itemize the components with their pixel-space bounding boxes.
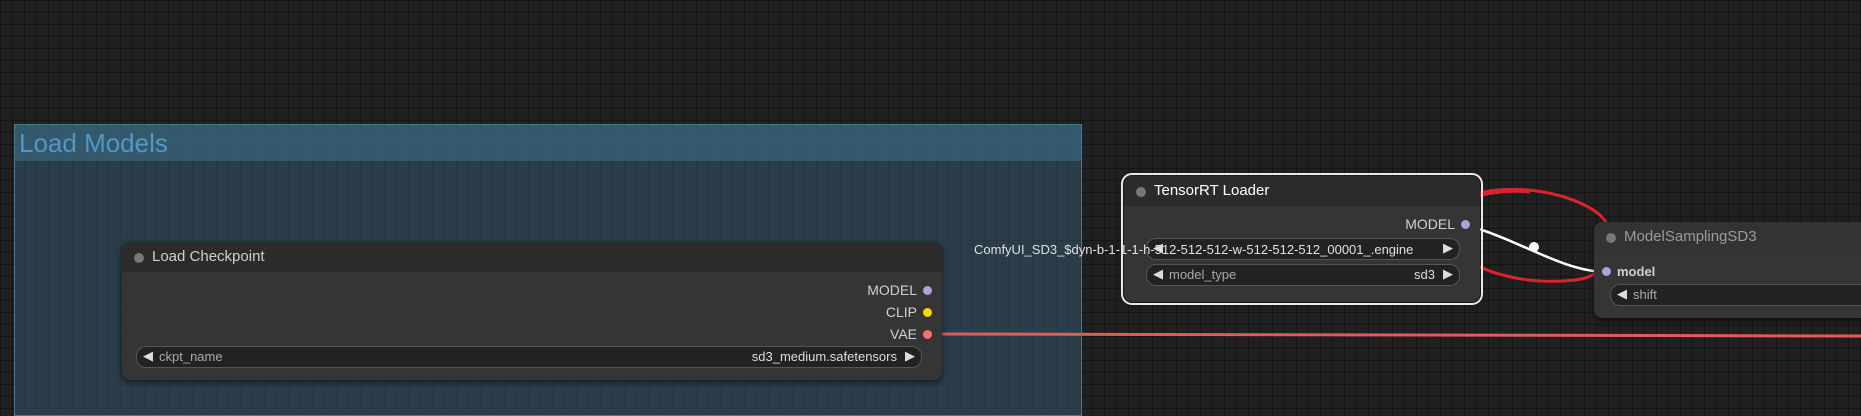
link-midpoint [1529,242,1539,252]
output-slot-vae[interactable]: VAE [890,326,932,342]
right-arrow-icon[interactable]: ▶ [905,348,915,364]
widget-label: ckpt_name [159,349,223,364]
model-link [1465,223,1605,274]
left-arrow-icon[interactable]: ◀ [1153,266,1163,282]
node-title: TensorRT Loader [1154,182,1270,199]
model-type-widget[interactable]: ◀ model_type sd3 ▶ [1146,264,1460,286]
tensorrt-loader-node[interactable]: TensorRT Loader MODEL ◀ ▶ ◀ model_type s… [1121,173,1483,305]
vae-slot-icon[interactable] [923,329,932,339]
widget-label: model_type [1169,267,1237,282]
left-arrow-icon[interactable]: ◀ [1617,286,1627,302]
clip-slot-icon[interactable] [923,307,932,317]
widget-label: shift [1633,287,1657,302]
left-arrow-icon[interactable]: ◀ [143,348,153,364]
node-title: Load Checkpoint [152,248,265,265]
output-label-model: MODEL [1405,216,1455,232]
shift-widget[interactable]: ◀ shift [1610,284,1861,306]
output-label-clip: CLIP [885,304,917,320]
output-label-model: MODEL [867,282,917,298]
output-slot-model[interactable]: MODEL [867,282,932,298]
node-title: ModelSamplingSD3 [1624,228,1757,245]
group-title[interactable]: Load Models [15,125,1081,161]
ckpt-name-widget[interactable]: ◀ ckpt_name sd3_medium.safetensors ▶ [136,346,922,368]
right-arrow-icon[interactable]: ▶ [1443,266,1453,282]
output-slot-clip[interactable]: CLIP [886,304,932,320]
load-checkpoint-node[interactable]: Load Checkpoint MODEL CLIP VAE ◀ ckpt_na… [122,242,942,380]
widget-value: sd3 [1414,267,1435,282]
widget-value: sd3_medium.safetensors [751,349,897,364]
node-title-bar[interactable]: ModelSamplingSD3 [1594,222,1861,252]
node-status-dot-icon[interactable] [1606,233,1616,243]
node-status-dot-icon[interactable] [134,253,144,263]
input-slot-model[interactable]: model [1602,264,1655,279]
unet-name-value: ComfyUI_SD3_$dyn-b-1-1-1-h-512-512-512-w… [974,242,1414,257]
model-sampling-sd3-node[interactable]: ModelSamplingSD3 model ◀ shift [1594,222,1861,318]
model-slot-icon[interactable] [923,285,932,295]
input-label-model: model [1617,264,1656,279]
model-slot-icon[interactable] [1461,219,1470,229]
node-title-bar[interactable]: TensorRT Loader [1124,176,1480,206]
output-slot-model[interactable]: MODEL [1405,216,1470,232]
model-slot-icon[interactable] [1602,267,1611,276]
output-label-vae: VAE [890,326,917,342]
node-status-dot-icon[interactable] [1136,187,1146,197]
node-title-bar[interactable]: Load Checkpoint [122,242,942,272]
right-arrow-icon[interactable]: ▶ [1443,240,1453,256]
